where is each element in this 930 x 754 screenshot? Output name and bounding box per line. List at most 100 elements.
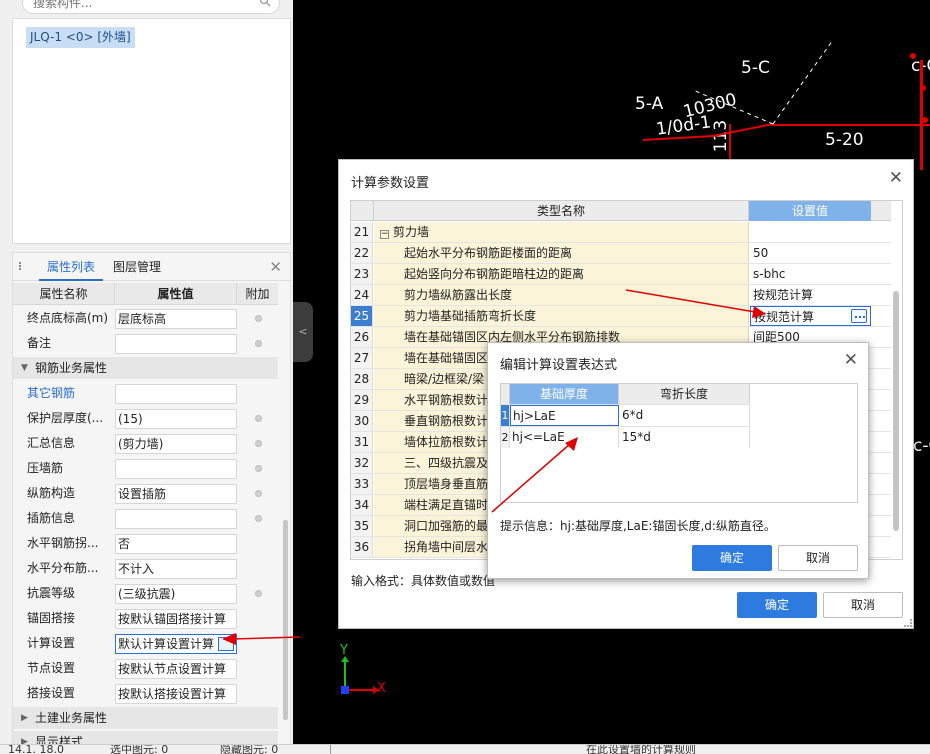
ellipsis-edit-button[interactable] bbox=[218, 637, 234, 651]
scrollbar-thumb[interactable] bbox=[283, 520, 288, 720]
row-value[interactable]: 按规范计算 bbox=[750, 285, 871, 305]
property-name: 节点设置 bbox=[27, 661, 76, 675]
property-value[interactable]: 按默认搭接设置计算 bbox=[115, 684, 237, 704]
property-row: 终点底标高(m) 层底标高 bbox=[13, 306, 278, 331]
condition-cell[interactable]: hj<=LaE bbox=[510, 427, 619, 448]
row-number: 1 bbox=[501, 405, 510, 426]
property-value[interactable]: 按默认锚固搭接计算 bbox=[115, 609, 237, 629]
property-name: 压墙筋 bbox=[27, 461, 64, 475]
tab-property-list[interactable]: 属性列表 bbox=[39, 253, 103, 281]
property-value[interactable]: (三级抗震) bbox=[115, 584, 237, 604]
property-value-calc-setting[interactable]: 默认计算设置计算 bbox=[115, 634, 237, 654]
attach-checkbox[interactable] bbox=[255, 415, 262, 422]
group-civil-properties[interactable]: ▶ 土建业务属性 bbox=[13, 707, 278, 729]
attach-checkbox[interactable] bbox=[255, 440, 262, 447]
drag-grip-icon[interactable] bbox=[19, 261, 25, 273]
hint-text: 提示信息：hj:基础厚度,LaE:锚固长度,d:纵筋直径。 bbox=[500, 519, 776, 533]
property-name-link[interactable]: 其它钢筋 bbox=[27, 381, 115, 406]
grid-row[interactable]: 22 起始水平分布钢筋距楼面的距离 50 bbox=[351, 243, 891, 264]
header-property-name: 属性名称 bbox=[13, 283, 115, 305]
row-number: 27 bbox=[351, 348, 373, 368]
left-panel: JLQ-1 <0> [外墙] 属性列表 图层管理 ✕ 属性名称 属性值 附加 终… bbox=[0, 0, 293, 754]
row-number: 2 bbox=[501, 427, 510, 448]
component-item[interactable]: JLQ-1 <0> [外墙] bbox=[26, 27, 135, 48]
cancel-button[interactable]: 取消 bbox=[823, 592, 903, 618]
header-setting-value: 设置值 bbox=[749, 201, 871, 221]
status-toolbar[interactable] bbox=[330, 745, 570, 754]
property-value[interactable] bbox=[115, 509, 237, 529]
row-value[interactable]: 50 bbox=[750, 243, 871, 263]
row-value-editing[interactable]: 按规范计算 bbox=[750, 306, 871, 326]
group-label: 土建业务属性 bbox=[35, 711, 108, 725]
group-rebar-properties[interactable]: ▼ 钢筋业务属性 bbox=[13, 357, 278, 379]
row-number: 32 bbox=[351, 453, 373, 473]
row-number: 33 bbox=[351, 474, 373, 494]
ellipsis-edit-button[interactable] bbox=[851, 309, 867, 323]
expression-row[interactable]: 2 hj<=LaE 15*d bbox=[501, 426, 750, 448]
expand-arrow-icon[interactable]: ▶ bbox=[21, 713, 28, 723]
resize-grip-icon[interactable] bbox=[904, 619, 912, 627]
property-row: 压墙筋 bbox=[13, 456, 278, 481]
axis-y-label: Y bbox=[340, 643, 348, 658]
close-icon[interactable]: ✕ bbox=[889, 168, 903, 188]
collapse-box-icon[interactable]: − bbox=[380, 230, 389, 239]
property-value[interactable]: 按默认节点设置计算 bbox=[115, 659, 237, 679]
grid-row-selected[interactable]: 25 剪力墙基础插筋弯折长度 按规范计算 bbox=[351, 306, 891, 327]
expression-grid: 基础厚度 弯折长度 1 hj>LaE 6*d 2 hj<=LaE 15*d bbox=[500, 383, 858, 503]
attach-checkbox[interactable] bbox=[255, 465, 262, 472]
row-name: 剪力墙纵筋露出长度 bbox=[374, 285, 749, 305]
value-cell[interactable]: 6*d bbox=[619, 405, 750, 426]
attach-checkbox[interactable] bbox=[255, 515, 262, 522]
group-label: 钢筋业务属性 bbox=[35, 361, 108, 375]
property-value[interactable] bbox=[115, 334, 237, 354]
close-icon[interactable]: ✕ bbox=[269, 258, 282, 276]
row-name: 起始竖向分布钢筋距暗柱边的距离 bbox=[374, 264, 749, 284]
search-icon[interactable] bbox=[259, 0, 271, 7]
edit-expression-dialog: 编辑计算设置表达式 ✕ 基础厚度 弯折长度 1 hj>LaE 6*d 2 hj<… bbox=[487, 342, 869, 579]
cancel-button[interactable]: 取消 bbox=[778, 545, 858, 571]
status-hidden: 隐藏图元: 0 bbox=[220, 744, 279, 754]
scrollbar-thumb[interactable] bbox=[893, 291, 899, 531]
property-value[interactable]: 不计入 bbox=[115, 559, 237, 579]
header-type-name: 类型名称 bbox=[373, 201, 749, 221]
property-value[interactable]: 设置插筋 bbox=[115, 484, 237, 504]
search-input[interactable] bbox=[33, 0, 253, 13]
property-row: 纵筋构造 设置插筋 bbox=[13, 481, 278, 506]
property-name: 纵筋构造 bbox=[27, 486, 76, 500]
value-cell[interactable]: 15*d bbox=[619, 427, 750, 448]
property-value[interactable]: (剪力墙) bbox=[115, 434, 237, 454]
expression-row-selected[interactable]: 1 hj>LaE 6*d bbox=[501, 404, 750, 426]
row-number: 23 bbox=[351, 264, 373, 284]
status-coords: 14.1. 18.0 bbox=[8, 744, 64, 754]
attach-checkbox[interactable] bbox=[255, 315, 262, 322]
attach-checkbox[interactable] bbox=[255, 340, 262, 347]
condition-cell[interactable]: hj>LaE bbox=[510, 405, 619, 426]
property-panel: 属性列表 图层管理 ✕ 属性名称 属性值 附加 终点底标高(m) 层底标高 备注… bbox=[12, 252, 291, 754]
property-table-header: 属性名称 属性值 附加 bbox=[13, 283, 278, 305]
property-value[interactable]: (15) bbox=[115, 409, 237, 429]
grid-corner bbox=[501, 384, 510, 404]
property-value[interactable]: 否 bbox=[115, 534, 237, 554]
tab-layer-management[interactable]: 图层管理 bbox=[113, 253, 177, 281]
dialog-title: 编辑计算设置表达式 bbox=[500, 358, 618, 373]
property-name: 抗震等级 bbox=[27, 586, 76, 600]
component-search[interactable] bbox=[22, 0, 280, 14]
panel-collapse-handle[interactable]: < bbox=[293, 302, 313, 362]
ok-button[interactable]: 确定 bbox=[692, 545, 772, 571]
row-name: 起始水平分布钢筋距楼面的距离 bbox=[374, 243, 749, 263]
collapse-arrow-icon[interactable]: ▼ bbox=[21, 363, 28, 373]
grid-row[interactable]: 23 起始竖向分布钢筋距暗柱边的距离 s-bhc bbox=[351, 264, 891, 285]
grid-row[interactable]: 24 剪力墙纵筋露出长度 按规范计算 bbox=[351, 285, 891, 306]
attach-checkbox[interactable] bbox=[255, 490, 262, 497]
close-icon[interactable]: ✕ bbox=[844, 350, 858, 370]
row-value[interactable]: s-bhc bbox=[750, 264, 871, 284]
attach-checkbox[interactable] bbox=[255, 590, 262, 597]
axis-x-label: X bbox=[377, 681, 386, 696]
property-name: 保护层厚度(... bbox=[27, 411, 104, 425]
property-value[interactable] bbox=[115, 384, 237, 404]
property-value[interactable]: 层底标高 bbox=[115, 309, 237, 329]
ok-button[interactable]: 确定 bbox=[737, 592, 817, 618]
grid-row-group[interactable]: 21 − 剪力墙 bbox=[351, 222, 891, 243]
property-value[interactable] bbox=[115, 459, 237, 479]
property-row: 锚固搭接 按默认锚固搭接计算 bbox=[13, 606, 278, 631]
